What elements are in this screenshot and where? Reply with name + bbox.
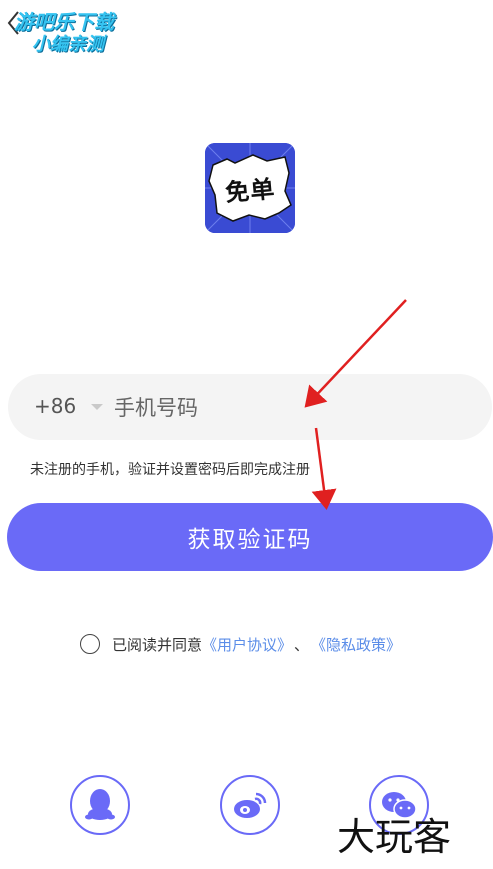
watermark-line2: 小编亲测 — [32, 34, 104, 55]
brand-watermark: 大玩客 — [337, 815, 452, 859]
country-code[interactable]: +86 — [34, 394, 76, 418]
app-logo: 免单 — [205, 143, 295, 233]
agree-radio[interactable] — [80, 634, 100, 654]
agreement-separator: 、 — [294, 635, 310, 654]
watermark-line1: 游吧乐下载 — [14, 10, 114, 34]
qq-login-button[interactable] — [70, 775, 130, 835]
caret-down-icon[interactable] — [91, 404, 103, 410]
register-hint: 未注册的手机，验证并设置密码后即完成注册 — [30, 462, 310, 478]
phone-input[interactable] — [112, 388, 476, 428]
qq-icon — [85, 789, 115, 820]
user-agreement-link[interactable]: 《用户协议》 — [202, 634, 292, 655]
agreement-prefix: 已阅读并同意 — [112, 635, 203, 654]
watermark: 游吧乐下载 小编亲测 — [14, 10, 154, 56]
logo-text: 免单 — [224, 174, 277, 207]
get-code-button[interactable]: 获取验证码 — [7, 503, 493, 571]
weibo-login-button[interactable] — [220, 775, 280, 835]
phone-field[interactable]: +86 — [8, 374, 492, 440]
privacy-policy-link[interactable]: 《隐私政策》 — [311, 634, 401, 655]
weibo-icon — [234, 792, 267, 818]
agreement-row: 已阅读并同意 《用户协议》 、 《隐私政策》 — [80, 632, 401, 656]
